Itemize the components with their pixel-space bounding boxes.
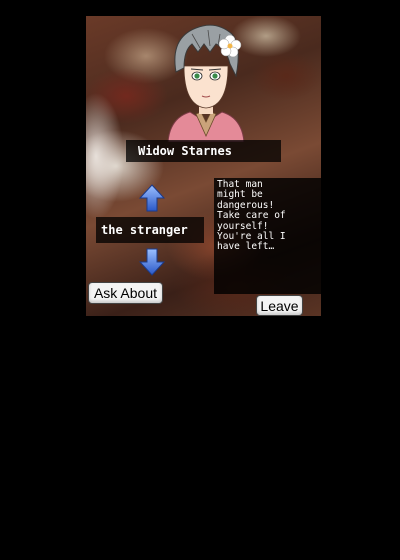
character-name: Widow Starnes xyxy=(126,140,281,162)
ask-about-button[interactable]: Ask About xyxy=(88,282,163,304)
arrow-down-icon[interactable] xyxy=(139,248,165,276)
arrow-up-icon[interactable] xyxy=(139,184,165,212)
leave-button[interactable]: Leave xyxy=(256,295,303,316)
game-screen: Widow Starnes the stranger That man migh… xyxy=(86,16,321,316)
topic-selector: the stranger xyxy=(96,217,204,243)
dialog-text: That man might be dangerous! Take care o… xyxy=(214,178,321,294)
character-portrait xyxy=(167,24,245,142)
